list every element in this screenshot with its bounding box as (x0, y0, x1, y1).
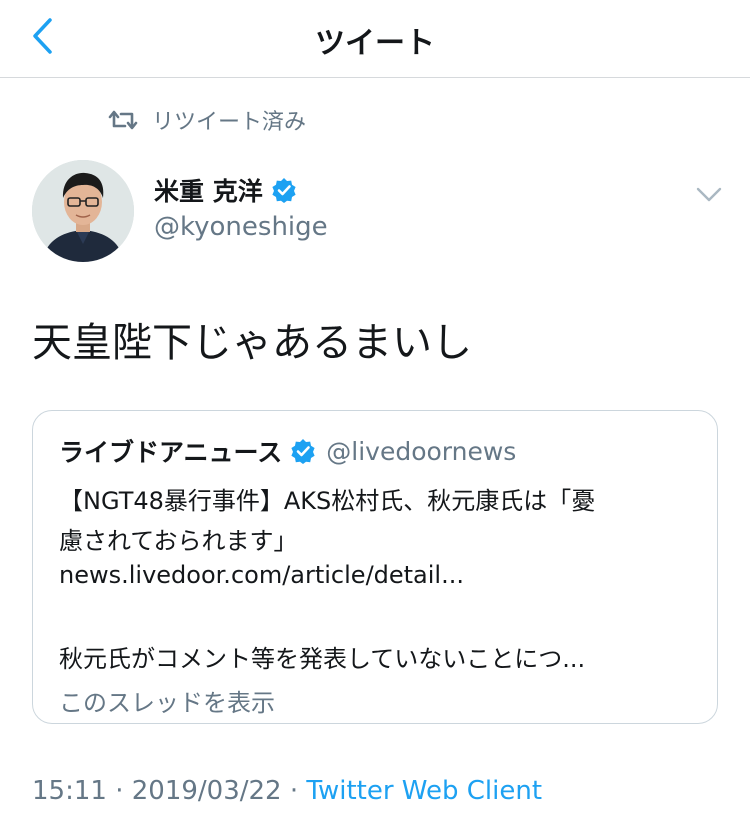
avatar-image (32, 160, 134, 262)
tweet-meta: 15:11 · 2019/03/22 · Twitter Web Client (32, 776, 542, 806)
tweet-text: 天皇陛下じゃあるまいし (32, 320, 472, 366)
verified-badge-icon (291, 439, 315, 464)
retweet-indicator: リツイート済み (108, 104, 306, 136)
quoted-tweet-line: 秋元氏がコメント等を発表していないことにつ... (59, 645, 586, 673)
meta-separator: · (281, 776, 307, 806)
quoted-author-name: ライブドアニュース (59, 438, 283, 467)
author-name-row[interactable]: 米重 克洋 (154, 172, 297, 208)
meta-separator: · (106, 776, 132, 806)
retweet-label: リツイート済み (152, 110, 307, 135)
avatar[interactable] (32, 160, 134, 262)
author-name: 米重 克洋 (154, 177, 263, 206)
tweet-time: 15:11 (32, 776, 107, 806)
show-thread-link[interactable]: このスレッドを表示 (59, 683, 275, 718)
tweet-client-link[interactable]: Twitter Web Client (306, 776, 542, 806)
verified-badge-icon (272, 178, 296, 203)
tweet-options-button[interactable] (690, 182, 728, 208)
page-title: ツイート (315, 26, 435, 61)
retweet-icon (108, 110, 138, 130)
top-nav-bar: ツイート (0, 0, 750, 78)
quoted-author-handle: @livedoornews (326, 436, 517, 466)
author-handle[interactable]: @kyoneshige (154, 212, 328, 242)
chevron-down-icon (696, 187, 722, 202)
quoted-tweet-card[interactable]: ライブドアニュース @livedoornews 【NGT48暴行事件】AKS松村… (32, 410, 718, 724)
quoted-tweet-line: 【NGT48暴行事件】AKS松村氏、秋元康氏は「憂 (59, 487, 596, 515)
quoted-tweet-line: 慮されておられます」 (59, 527, 298, 555)
tweet-date: 2019/03/22 (131, 776, 282, 806)
quoted-tweet-link[interactable]: news.livedoor.com/article/detail... (59, 561, 464, 589)
quoted-tweet-header: ライブドアニュース @livedoornews (59, 433, 516, 469)
